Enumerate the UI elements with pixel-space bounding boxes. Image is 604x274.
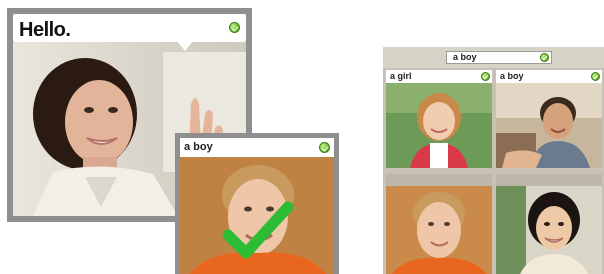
speech-bubble: Hello. xyxy=(13,14,246,42)
answer-label: a boy xyxy=(184,141,213,153)
picture-choice-grid: a boy a girl a boy xyxy=(383,47,604,274)
grid-cell-girl[interactable]: a girl xyxy=(386,70,492,168)
grid-cell-girl-smiling[interactable] xyxy=(496,174,602,274)
grid-prompt: a boy xyxy=(446,51,552,64)
grid-prompt-text: a boy xyxy=(453,52,477,62)
girl-photo xyxy=(386,83,492,168)
green-check-dot-icon[interactable] xyxy=(591,72,600,81)
green-check-dot-icon[interactable] xyxy=(319,142,330,153)
answer-label-bar: a boy xyxy=(180,138,334,157)
speech-bubble-tail xyxy=(177,41,193,51)
green-check-dot-icon[interactable] xyxy=(481,72,490,81)
boy-portrait-photo xyxy=(180,157,334,274)
boy-answer-card[interactable]: a boy xyxy=(175,133,339,274)
cell-label: a girl xyxy=(386,70,492,83)
cell-label-text: a girl xyxy=(390,71,412,81)
green-check-dot-icon[interactable] xyxy=(229,22,240,33)
grid-cell-boy-portrait[interactable] xyxy=(386,174,492,274)
grid-cell-boy[interactable]: a boy xyxy=(496,70,602,168)
hello-caption: Hello. xyxy=(19,19,71,41)
boy-classroom-photo xyxy=(496,83,602,168)
cell-label-text: a boy xyxy=(500,71,524,81)
girl-smiling-photo xyxy=(496,186,602,274)
cell-label: a boy xyxy=(496,70,602,83)
grid-header: a boy xyxy=(383,47,604,68)
green-check-dot-icon[interactable] xyxy=(540,53,549,62)
boy-portrait-photo xyxy=(386,186,492,274)
